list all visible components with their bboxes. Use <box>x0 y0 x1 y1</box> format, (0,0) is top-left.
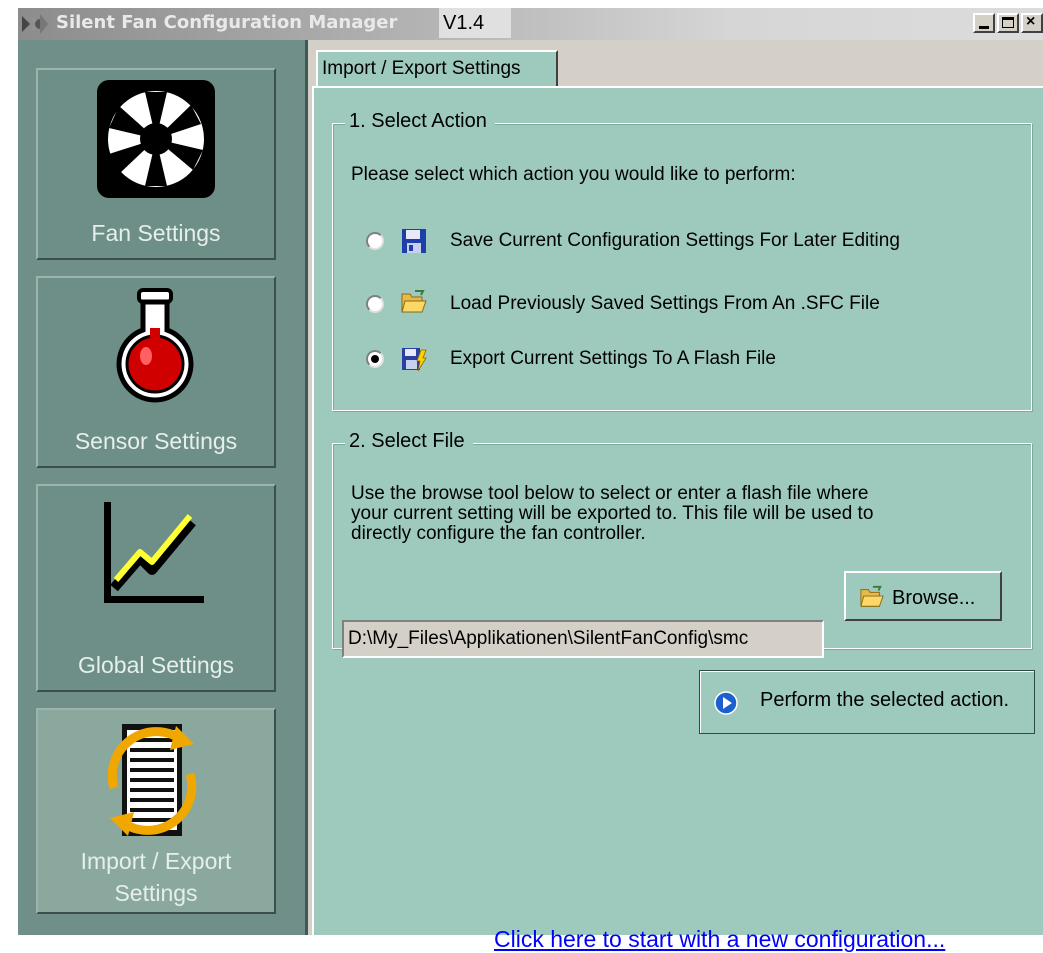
main-area: Import / Export Settings 1. Select Actio… <box>308 40 1043 952</box>
export-flash-icon <box>402 348 427 372</box>
maximize-button[interactable] <box>997 13 1019 33</box>
sidebar-item-label: Settings <box>114 880 198 906</box>
floppy-save-icon <box>402 229 426 253</box>
close-icon: × <box>1026 13 1036 30</box>
select-action-instruction: Please select which action you would lik… <box>351 164 796 185</box>
close-button[interactable]: × <box>1021 13 1043 33</box>
play-circle-icon <box>714 691 738 715</box>
select-file-description-line1: Use the browse tool below to select or e… <box>351 483 869 504</box>
line-graph-icon <box>104 502 204 603</box>
minimize-icon <box>979 26 989 29</box>
select-file-description-line3: directly configure the fan controller. <box>351 523 646 544</box>
export-flash-radio[interactable] <box>366 350 384 368</box>
open-folder-icon <box>401 290 427 313</box>
app-icon <box>22 14 48 34</box>
sidebar-item-label: Import / Export <box>80 848 232 874</box>
select-file-legend: 2. Select File <box>345 430 473 453</box>
tab-import-export-settings[interactable]: Import / Export Settings <box>316 50 558 86</box>
select-action-legend: 1. Select Action <box>345 110 495 133</box>
select-file-description-line2: your current setting will be exported to… <box>351 503 874 524</box>
open-folder-icon <box>860 585 884 607</box>
file-path-input[interactable] <box>342 620 824 658</box>
save-settings-radio[interactable] <box>366 232 384 250</box>
sidebar-item-label: Sensor Settings <box>74 428 238 454</box>
tab-panel: 1. Select Action Please select which act… <box>312 86 1043 952</box>
sidebar-item-fan-settings[interactable]: Fan Settings <box>36 68 276 260</box>
import-export-icon <box>107 724 197 836</box>
load-settings-radio[interactable] <box>366 295 384 313</box>
load-settings-label: Load Previously Saved Settings From An .… <box>450 293 880 314</box>
sidebar-item-global-settings[interactable]: Global Settings <box>36 484 276 692</box>
fan-icon <box>97 80 215 198</box>
select-action-group: 1. Select Action Please select which act… <box>332 110 1032 411</box>
version-label: V1.4 <box>439 8 511 38</box>
new-configuration-link[interactable]: Click here to start with a new configura… <box>494 926 945 953</box>
radio-selected-dot <box>371 355 379 363</box>
perform-action-button[interactable]: Perform the selected action. <box>699 670 1035 734</box>
sidebar-item-label: Fan Settings <box>91 220 221 246</box>
minimize-button[interactable] <box>973 13 995 33</box>
sidebar: Fan Settings Sensor Settings Global Sett… <box>18 40 308 935</box>
title-bar: Silent Fan Configuration Manager V1.4 × <box>18 8 1043 40</box>
flask-thermometer-icon <box>116 288 194 403</box>
sidebar-item-import-export-settings[interactable]: Import / Export Settings <box>36 708 276 914</box>
browse-button-label: Browse... <box>892 587 976 609</box>
export-flash-label: Export Current Settings To A Flash File <box>450 348 776 369</box>
browse-button[interactable]: Browse... <box>844 571 1002 621</box>
perform-action-label: Perform the selected action. <box>760 689 1010 711</box>
sidebar-item-label: Global Settings <box>78 652 234 678</box>
maximize-icon <box>1002 17 1014 28</box>
sidebar-item-sensor-settings[interactable]: Sensor Settings <box>36 276 276 468</box>
save-settings-label: Save Current Configuration Settings For … <box>450 230 900 251</box>
window-title: Silent Fan Configuration Manager <box>56 12 398 33</box>
